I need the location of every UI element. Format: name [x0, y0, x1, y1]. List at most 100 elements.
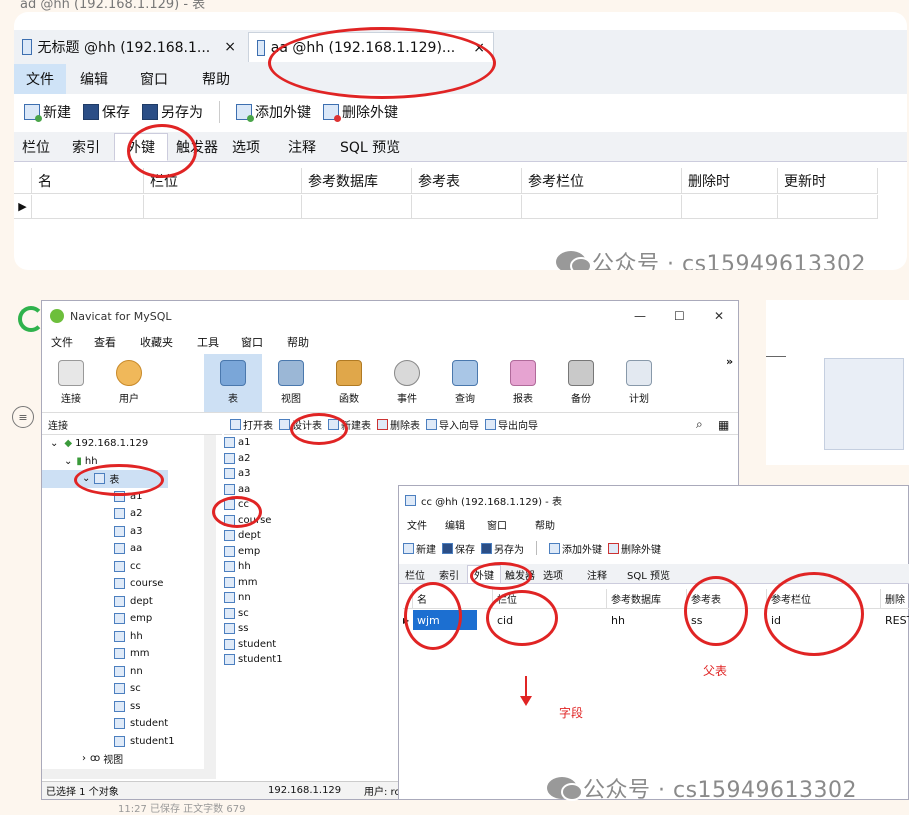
- menu-help[interactable]: 帮助: [273, 334, 323, 350]
- col-ref-db[interactable]: 参考数据库: [607, 589, 687, 609]
- cell-ref-table[interactable]: [412, 195, 522, 219]
- cell-ref-field[interactable]: [522, 195, 682, 219]
- object-list-item[interactable]: ss: [224, 621, 384, 637]
- tool-schedule[interactable]: 计划: [610, 360, 668, 405]
- export-wizard-button[interactable]: 导出向导: [485, 417, 538, 432]
- tree-table-item[interactable]: student1: [42, 733, 214, 751]
- import-wizard-button[interactable]: 导入向导: [426, 417, 479, 432]
- open-table-button[interactable]: 打开表: [230, 417, 273, 432]
- menu-edit[interactable]: 编辑: [435, 517, 475, 532]
- tab-untitled[interactable]: 无标题 @hh (192.168.1... ×: [14, 32, 244, 62]
- tree-table-item[interactable]: emp: [42, 610, 214, 628]
- object-list-item[interactable]: student1: [224, 652, 384, 668]
- cell-on-delete[interactable]: [682, 195, 778, 219]
- cell-ref-db[interactable]: hh: [607, 610, 687, 630]
- tree-table-item[interactable]: cc: [42, 558, 214, 576]
- tree-table-item[interactable]: course: [42, 575, 214, 593]
- tab-comments[interactable]: 注释: [573, 565, 621, 583]
- object-list-item[interactable]: student: [224, 637, 384, 653]
- tool-query[interactable]: 查询: [436, 360, 494, 405]
- tree-table-item[interactable]: dept: [42, 593, 214, 611]
- save-as-button[interactable]: 另存为: [481, 541, 524, 556]
- cell-on-update[interactable]: [778, 195, 878, 219]
- tool-function[interactable]: 函数: [320, 360, 378, 405]
- delete-fk-button[interactable]: 删除外键: [319, 102, 402, 122]
- save-as-button[interactable]: 另存为: [138, 102, 207, 122]
- tree-table-item[interactable]: student: [42, 715, 214, 733]
- tab-comments[interactable]: 注释: [272, 133, 332, 161]
- object-list-item[interactable]: a2: [224, 451, 384, 467]
- tab-indexes[interactable]: 索引: [431, 565, 467, 583]
- menu-favorites[interactable]: 收藏夹: [128, 334, 185, 350]
- object-list-item[interactable]: mm: [224, 575, 384, 591]
- tab-sql-preview[interactable]: SQL 预览: [332, 133, 408, 161]
- menu-help[interactable]: 帮助: [186, 64, 246, 94]
- tab-indexes[interactable]: 索引: [58, 133, 114, 161]
- grid-view-icon[interactable]: ▦: [718, 418, 729, 432]
- tree-hscrollbar[interactable]: [42, 769, 216, 779]
- object-list-item[interactable]: a3: [224, 466, 384, 482]
- row-marker[interactable]: ▶: [14, 195, 32, 219]
- col-on-delete[interactable]: 删除: [881, 589, 909, 609]
- tree-table-item[interactable]: hh: [42, 628, 214, 646]
- tab-fields[interactable]: 栏位: [399, 565, 431, 583]
- menu-file[interactable]: 文件: [42, 334, 82, 350]
- menu-window[interactable]: 窗口: [122, 64, 186, 94]
- tree-table-item[interactable]: a2: [42, 505, 214, 523]
- tab-sql-preview[interactable]: SQL 预览: [621, 565, 676, 583]
- object-list-item[interactable]: sc: [224, 606, 384, 622]
- delete-table-button[interactable]: 删除表: [377, 417, 420, 432]
- menu-tools[interactable]: 工具: [185, 334, 231, 350]
- object-list-item[interactable]: nn: [224, 590, 384, 606]
- tree-scrollbar[interactable]: [204, 435, 216, 771]
- menu-file[interactable]: 文件: [14, 64, 66, 94]
- tool-event[interactable]: 事件: [378, 360, 436, 405]
- tree-table-item[interactable]: a3: [42, 523, 214, 541]
- minimize-icon[interactable]: —: [634, 309, 646, 323]
- more-icon[interactable]: »: [726, 355, 733, 368]
- menu-edit[interactable]: 编辑: [66, 64, 122, 94]
- menu-file[interactable]: 文件: [399, 517, 435, 532]
- col-name[interactable]: 名: [32, 168, 144, 194]
- cell-field[interactable]: [144, 195, 302, 219]
- cell-ref-db[interactable]: [302, 195, 412, 219]
- tool-user[interactable]: 用户: [100, 360, 158, 405]
- tool-report[interactable]: 报表: [494, 360, 552, 405]
- object-list-item[interactable]: hh: [224, 559, 384, 575]
- col-on-delete[interactable]: 删除时: [682, 168, 778, 194]
- col-ref-field[interactable]: 参考栏位: [522, 168, 682, 194]
- add-fk-button[interactable]: 添加外键: [549, 541, 602, 556]
- menu-window[interactable]: 窗口: [475, 517, 519, 532]
- tab-options[interactable]: 选项: [226, 133, 272, 161]
- menu-help[interactable]: 帮助: [519, 517, 571, 532]
- menu-window[interactable]: 窗口: [231, 334, 273, 350]
- tree-table-item[interactable]: ss: [42, 698, 214, 716]
- save-button[interactable]: 保存: [442, 541, 475, 556]
- search-icon[interactable]: ⌕: [696, 417, 703, 432]
- col-ref-db[interactable]: 参考数据库: [302, 168, 412, 194]
- tree-views-node[interactable]: › ꝏ 视图: [42, 750, 214, 768]
- cell-on-delete[interactable]: REST: [881, 610, 909, 630]
- new-button[interactable]: 新建: [403, 541, 436, 556]
- tree-table-item[interactable]: nn: [42, 663, 214, 681]
- tab-fields[interactable]: 栏位: [14, 133, 58, 161]
- object-list-item[interactable]: aa: [224, 482, 384, 498]
- tree-table-item[interactable]: aa: [42, 540, 214, 558]
- tree-table-item[interactable]: sc: [42, 680, 214, 698]
- maximize-icon[interactable]: ☐: [674, 309, 685, 323]
- tree-server[interactable]: ⌄ ◆ 192.168.1.129: [42, 435, 214, 453]
- list-menu-icon[interactable]: ≡: [12, 406, 34, 428]
- new-button[interactable]: 新建: [20, 102, 75, 122]
- tab-options[interactable]: 选项: [539, 565, 573, 583]
- menu-view[interactable]: 查看: [82, 334, 128, 350]
- cell-name[interactable]: [32, 195, 144, 219]
- close-icon[interactable]: ✕: [714, 309, 724, 323]
- tool-connect[interactable]: 连接: [42, 360, 100, 405]
- save-button[interactable]: 保存: [79, 102, 134, 122]
- col-on-update[interactable]: 更新时: [778, 168, 878, 194]
- tool-view[interactable]: 视图: [262, 360, 320, 405]
- close-icon[interactable]: ×: [224, 39, 236, 55]
- delete-fk-button[interactable]: 删除外键: [608, 541, 661, 556]
- tool-table[interactable]: 表: [204, 353, 262, 412]
- object-list-item[interactable]: dept: [224, 528, 384, 544]
